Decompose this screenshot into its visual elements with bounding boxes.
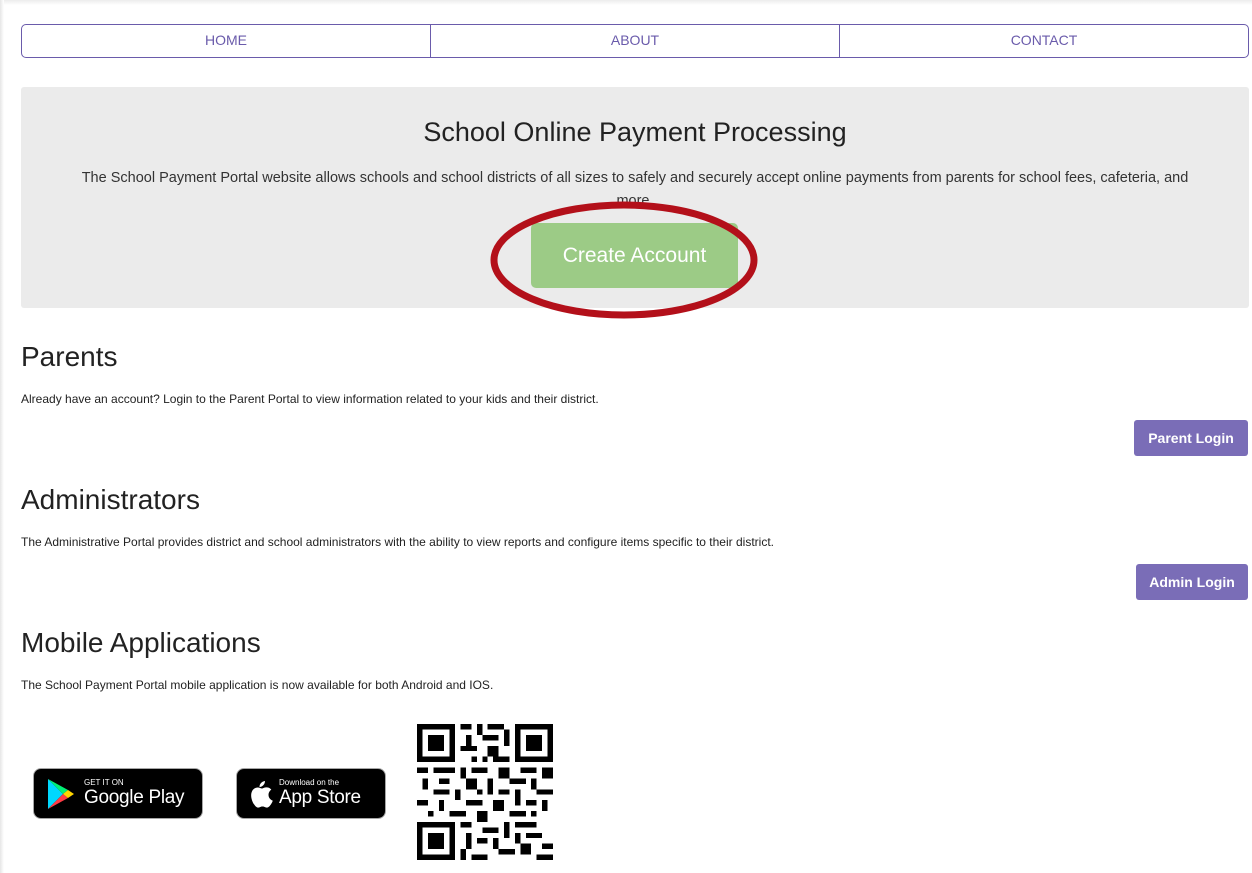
hero-description: The School Payment Portal website allows…: [81, 170, 1189, 209]
parent-login-button[interactable]: Parent Login: [1134, 420, 1248, 456]
hero-panel: School Online Payment Processing The Sch…: [21, 87, 1249, 308]
nav-home[interactable]: HOME: [22, 25, 430, 57]
app-store-text: Download on the App Store: [279, 778, 361, 809]
google-play-small-text: GET IT ON: [84, 778, 124, 787]
parents-heading: Parents: [21, 341, 118, 372]
hero-title: School Online Payment Processing: [423, 117, 847, 147]
admin-login-button[interactable]: Admin Login: [1136, 564, 1248, 600]
administrators-heading: Administrators: [21, 484, 200, 515]
qr-code: [417, 724, 553, 860]
google-play-big-text: Google Play: [84, 787, 185, 808]
google-play-text: GET IT ON Google Play: [84, 778, 185, 809]
app-store-badge[interactable]: Download on the App Store: [236, 768, 386, 819]
nav-about[interactable]: ABOUT: [430, 25, 839, 57]
top-nav: HOME ABOUT CONTACT: [21, 24, 1249, 58]
app-store-small-text: Download on the: [279, 778, 340, 787]
page-top-edge: [0, 0, 1252, 5]
app-store-big-text: App Store: [279, 787, 361, 808]
nav-contact[interactable]: CONTACT: [839, 25, 1248, 57]
google-play-badge[interactable]: GET IT ON Google Play: [33, 768, 203, 819]
administrators-description: The Administrative Portal provides distr…: [21, 535, 774, 549]
create-account-button[interactable]: Create Account: [531, 223, 738, 288]
page-left-edge: [0, 0, 4, 873]
mobile-heading: Mobile Applications: [21, 627, 261, 658]
parents-description: Already have an account? Login to the Pa…: [21, 392, 599, 406]
mobile-description: The School Payment Portal mobile applica…: [21, 678, 494, 692]
google-play-icon: [48, 778, 74, 809]
apple-icon: [251, 780, 273, 808]
